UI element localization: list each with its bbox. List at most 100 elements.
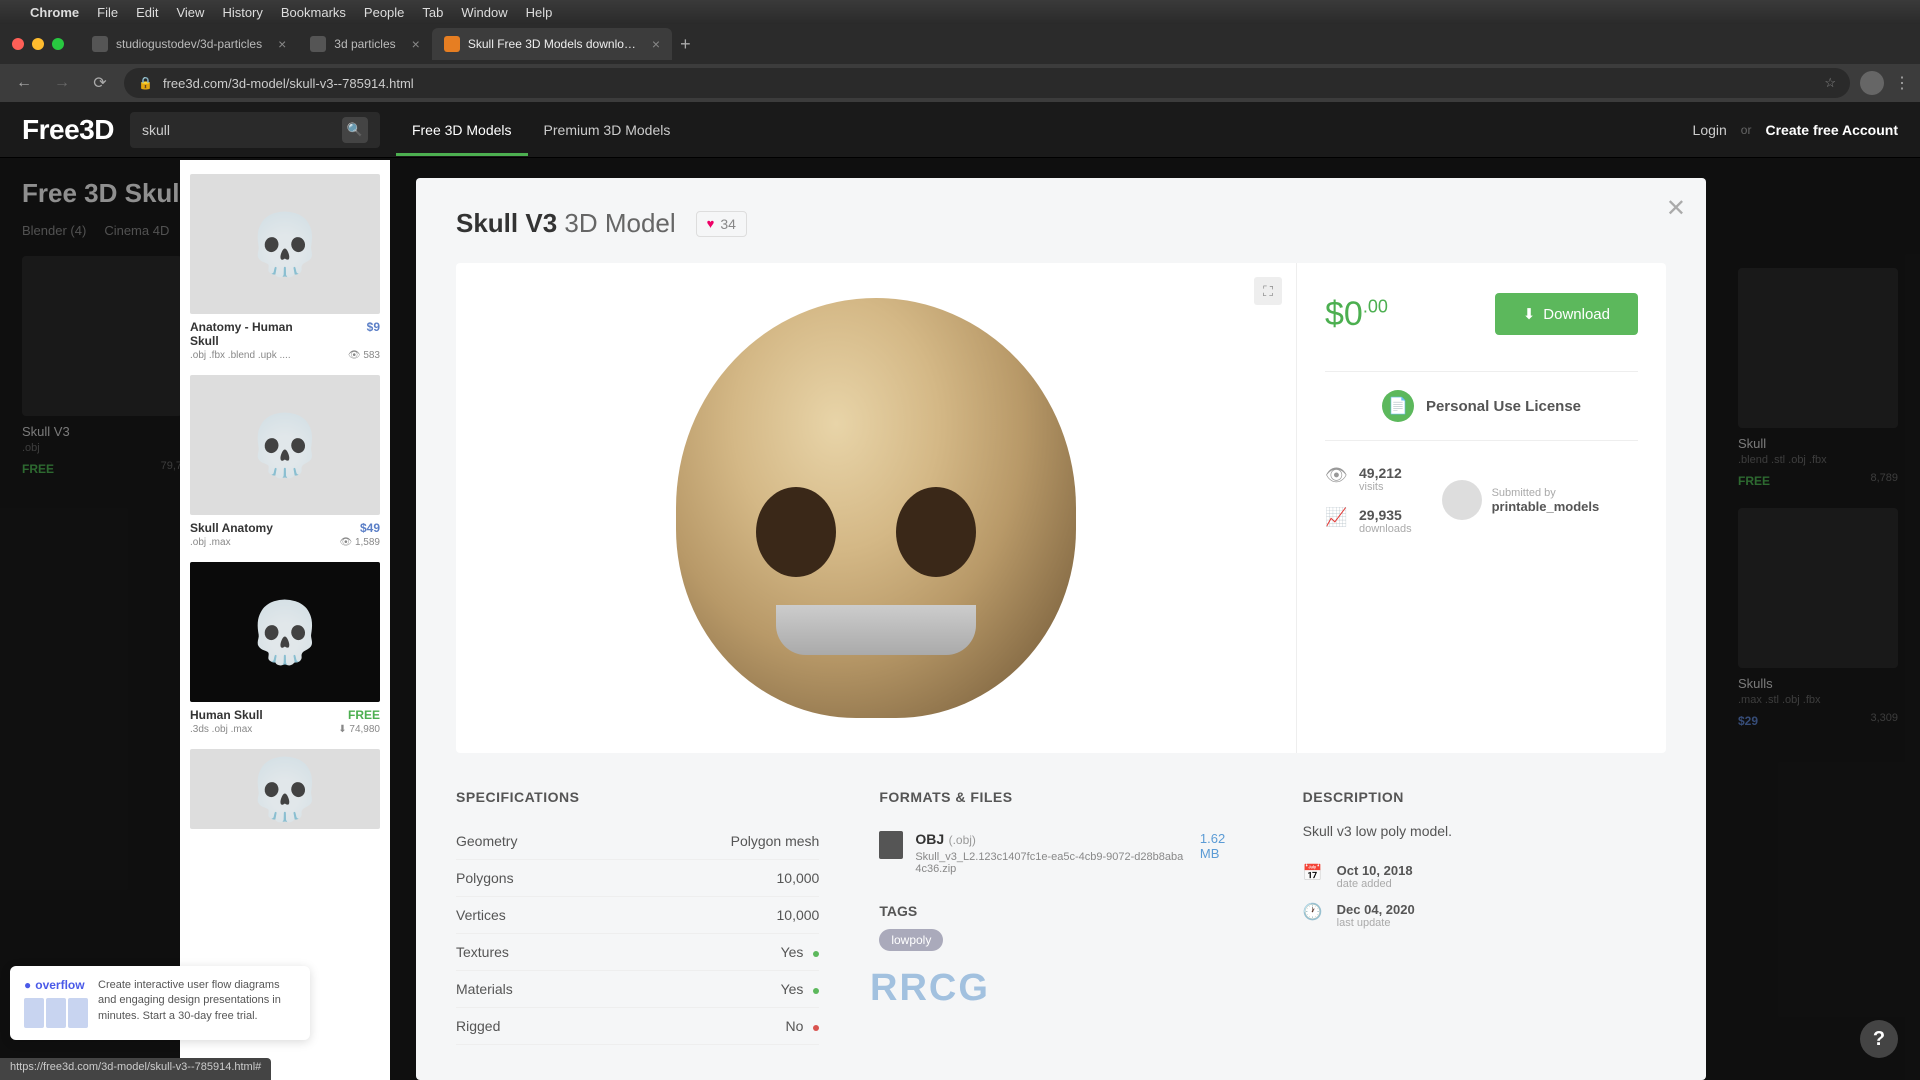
menu-tab[interactable]: Tab [422,5,443,20]
visits-stat: 👁 49,212visits [1325,465,1412,493]
nav-free-models[interactable]: Free 3D Models [396,104,528,156]
file-name: OBJ [915,831,944,847]
related-thumb: 💀 [190,749,380,829]
create-account-link[interactable]: Create free Account [1765,122,1898,138]
license-row[interactable]: 📄 Personal Use License [1325,371,1638,441]
site-header: Free3D 🔍 Free 3D Models Premium 3D Model… [0,102,1920,158]
related-title: Anatomy - Human Skull [190,320,320,348]
related-title: Skull Anatomy [190,521,273,535]
tab-title: studiogustodev/3d-particles [116,37,262,51]
status-bar: https://free3d.com/3d-model/skull-v3--78… [0,1058,271,1080]
menu-people[interactable]: People [364,5,404,20]
tab-title: Skull Free 3D Models downlo… [468,37,636,51]
maximize-window-button[interactable] [52,38,64,50]
site-logo[interactable]: Free3D [22,114,114,146]
model-preview-image[interactable] [676,298,1076,718]
address-bar[interactable]: 🔒 free3d.com/3d-model/skull-v3--785914.h… [124,68,1850,98]
like-count: 34 [720,216,736,232]
model-modal: ✕ Skull V3 3D Model ♥ 34 ⛶ $0.00 ⬇ Downl… [416,178,1706,1080]
related-card[interactable]: 💀 [190,749,380,829]
download-label: Download [1543,306,1610,323]
license-icon: 📄 [1382,390,1414,422]
bookmark-icon[interactable]: ☆ [1824,75,1836,91]
spec-row: RiggedNo [456,1008,819,1045]
stats-row: 👁 49,212visits 📈 29,935downloads Submitt… [1325,465,1638,535]
file-full: Skull_v3_L2.123c1407fc1e-ea5c-4cb9-9072-… [915,851,1188,875]
tab-skull[interactable]: Skull Free 3D Models downlo… × [432,28,672,60]
menu-history[interactable]: History [222,5,262,20]
chrome-menu-icon[interactable]: ⋮ [1894,73,1910,93]
formats-heading: FORMATS & FILES [879,789,1242,805]
reload-button[interactable]: ⟳ [86,69,114,97]
close-tab-icon[interactable]: × [412,36,420,52]
formats-column: FORMATS & FILES OBJ (.obj) Skull_v3_L2.1… [879,789,1242,1045]
submitter[interactable]: Submitted by printable_models [1442,465,1600,535]
related-views: 👁 1,589 [339,537,380,548]
close-tab-icon[interactable]: × [278,36,286,52]
nav-premium-models[interactable]: Premium 3D Models [528,104,687,156]
back-button[interactable]: ← [10,69,38,97]
macos-menubar: Chrome File Edit View History Bookmarks … [0,0,1920,24]
menu-file[interactable]: File [97,5,118,20]
related-thumb: 💀 [190,375,380,515]
menu-edit[interactable]: Edit [136,5,158,20]
related-views: ⬇ 74,980 [338,724,380,735]
promo-card[interactable]: ● overflow Create interactive user flow … [10,966,310,1040]
related-format: .obj .max [190,537,231,548]
related-card[interactable]: 💀 Anatomy - Human Skull $9 .obj .fbx .bl… [190,174,380,361]
nav-links: Free 3D Models Premium 3D Models [396,104,686,156]
info-panel: $0.00 ⬇ Download 📄 Personal Use License … [1296,263,1666,753]
license-text: Personal Use License [1426,398,1581,415]
related-format: .obj .fbx .blend .upk .... [190,350,291,361]
menu-help[interactable]: Help [526,5,553,20]
close-tab-icon[interactable]: × [652,36,660,52]
model-title: Skull V3 3D Model [456,208,676,239]
related-card[interactable]: 💀 Human Skull FREE .3ds .obj .max ⬇ 74,9… [190,562,380,735]
spec-row: Polygons10,000 [456,860,819,897]
favicon-icon [444,36,460,52]
download-button[interactable]: ⬇ Download [1495,293,1638,335]
close-modal-icon[interactable]: ✕ [1666,194,1686,223]
downloads-stat: 📈 29,935downloads [1325,507,1412,535]
browser-tabstrip: studiogustodev/3d-particles × 3d particl… [0,24,1920,64]
menu-window[interactable]: Window [461,5,507,20]
file-icon [879,831,903,859]
search-icon[interactable]: 🔍 [342,117,368,143]
close-window-button[interactable] [12,38,24,50]
related-card[interactable]: 💀 Skull Anatomy $49 .obj .max 👁 1,589 [190,375,380,548]
favicon-icon [310,36,326,52]
file-ext: (.obj) [949,833,976,847]
login-link[interactable]: Login [1693,122,1727,138]
minimize-window-button[interactable] [32,38,44,50]
date-updated-row: 🕐 Dec 04, 2020last update [1303,902,1666,929]
model-header: Skull V3 3D Model ♥ 34 [456,208,1666,239]
tab-github[interactable]: studiogustodev/3d-particles × [80,28,298,60]
tab-particles[interactable]: 3d particles × [298,28,432,60]
profile-avatar[interactable] [1860,71,1884,95]
search-input[interactable] [142,122,342,138]
specs-heading: SPECIFICATIONS [456,789,819,805]
spec-row: TexturesYes [456,934,819,971]
menu-view[interactable]: View [176,5,204,20]
author-name: printable_models [1492,499,1600,514]
url-text: free3d.com/3d-model/skull-v3--785914.htm… [163,76,414,91]
help-button[interactable]: ? [1860,1020,1898,1058]
preview-pane: ⛶ [456,263,1296,753]
tag-lowpoly[interactable]: lowpoly [879,929,943,951]
specs-column: SPECIFICATIONS GeometryPolygon mesh Poly… [456,789,819,1045]
menu-bookmarks[interactable]: Bookmarks [281,5,346,20]
spec-row: Vertices10,000 [456,897,819,934]
content-row: ⛶ $0.00 ⬇ Download 📄 Personal Use Licens… [456,263,1666,753]
spec-row: GeometryPolygon mesh [456,823,819,860]
forward-button[interactable]: → [48,69,76,97]
description-text: Skull v3 low poly model. [1303,823,1666,839]
menu-app[interactable]: Chrome [30,5,79,20]
file-row[interactable]: OBJ (.obj) Skull_v3_L2.123c1407fc1e-ea5c… [879,823,1242,883]
like-button[interactable]: ♥ 34 [696,211,747,237]
search-box[interactable]: 🔍 [130,112,380,148]
eye-icon: 👁 [1325,465,1349,489]
expand-icon[interactable]: ⛶ [1254,277,1282,305]
new-tab-button[interactable]: + [680,34,691,55]
author-avatar [1442,480,1482,520]
related-price: FREE [348,708,380,722]
